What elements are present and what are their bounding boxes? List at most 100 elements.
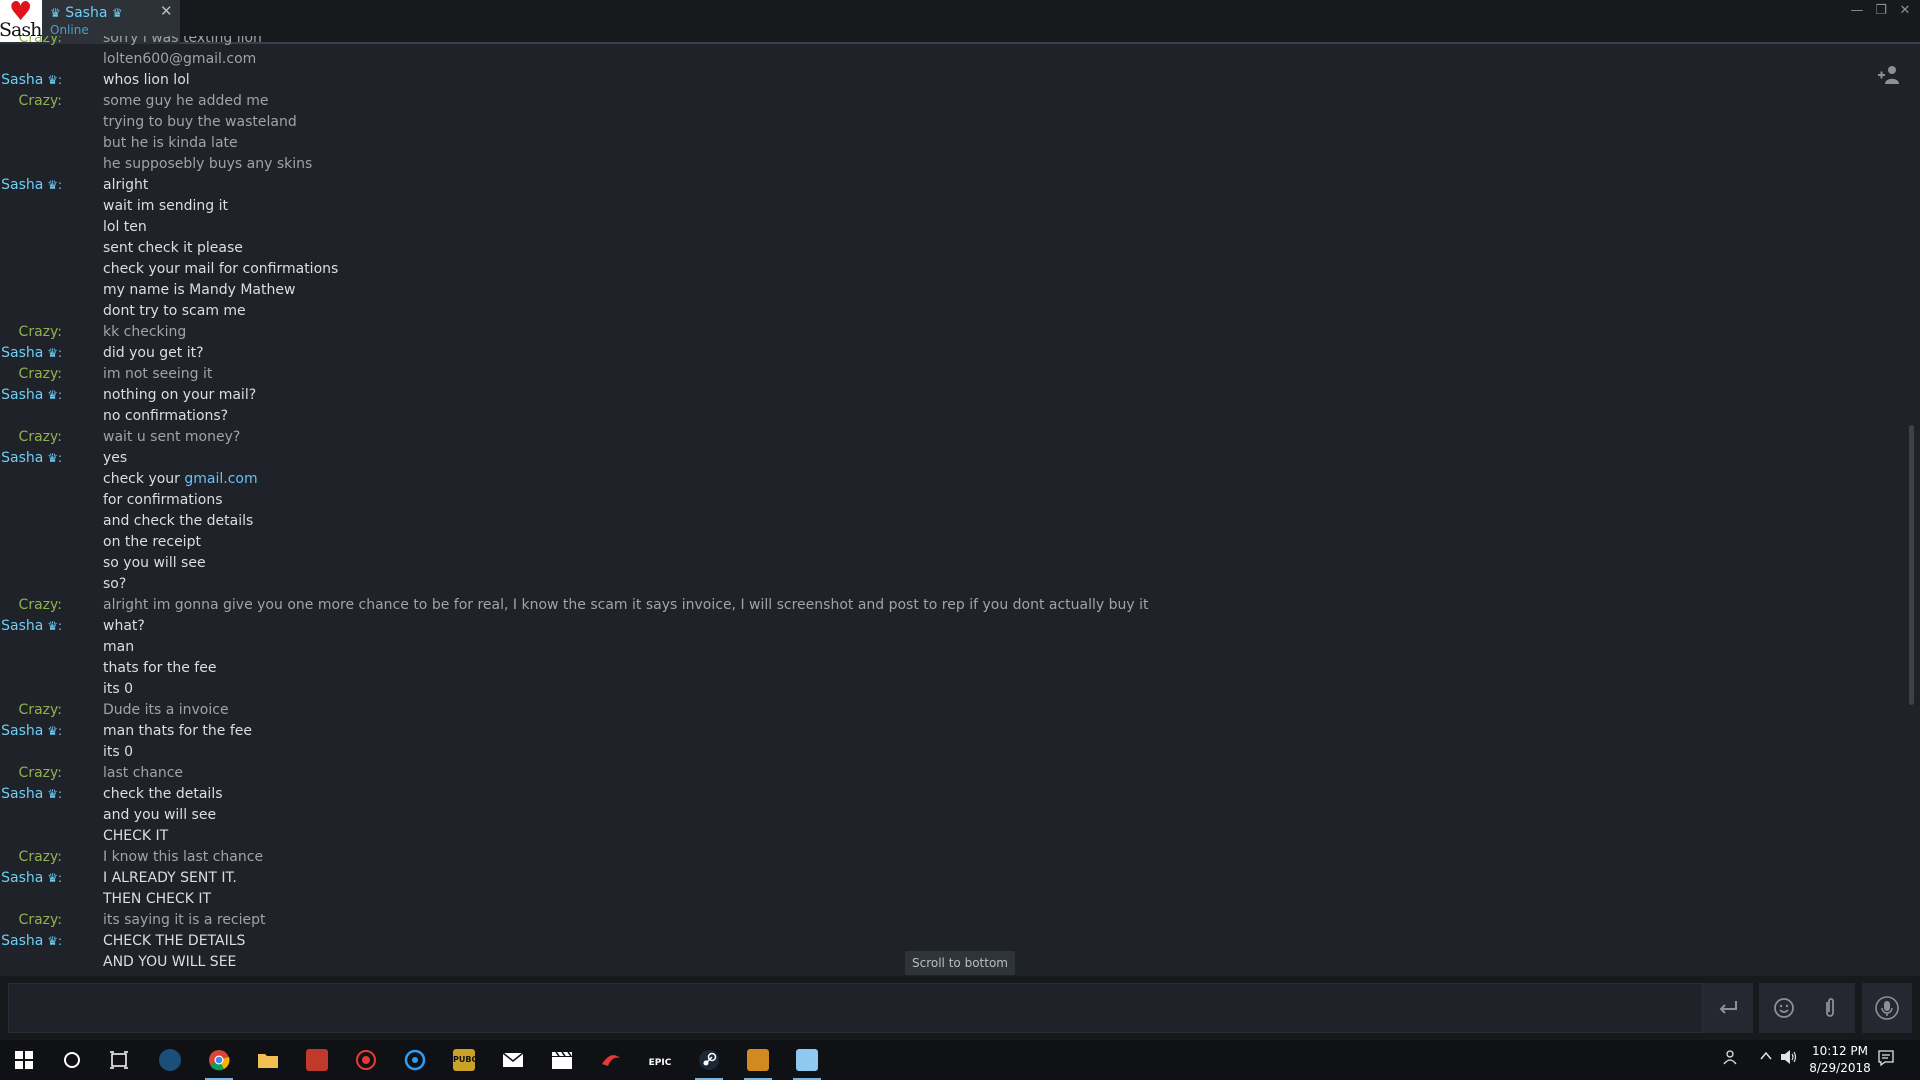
action-center-icon[interactable] xyxy=(1876,1049,1896,1069)
voice-button[interactable] xyxy=(1862,983,1912,1033)
crown-icon: ♛: xyxy=(43,619,62,633)
message-body: what? xyxy=(103,618,145,634)
chat-message: Crazy: alright im gonna give you one more… xyxy=(0,595,1880,616)
message-body: sorry i was texting lion xyxy=(103,36,262,46)
sender-sasha[interactable]: ♛ Sasha ♛: xyxy=(0,70,62,91)
clock-time[interactable]: 10:12 PM xyxy=(1810,1044,1870,1058)
sender-name: Sasha xyxy=(1,387,44,403)
crown-icon: ♛: xyxy=(43,451,62,465)
taskbar-epic[interactable]: EPIC xyxy=(640,1044,680,1076)
sender-sasha[interactable]: ♛ Sasha ♛: xyxy=(0,784,62,805)
message-text: whos lion lol xyxy=(103,70,190,91)
message-text: Dude its a invoice xyxy=(103,700,229,721)
task-view-icon xyxy=(110,1051,128,1069)
message-body: check the details xyxy=(103,786,223,802)
sender-crazy[interactable]: Crazy: xyxy=(19,36,62,49)
taskbar-app-red[interactable] xyxy=(297,1044,337,1076)
sender-name: Sasha xyxy=(1,723,44,739)
minimize-button[interactable]: — xyxy=(1846,3,1868,23)
crown-icon: ♛: xyxy=(43,934,62,948)
sender-sasha[interactable]: ♛ Sasha ♛: xyxy=(0,343,62,364)
chat-message: ♛ Sasha ♛: did you get it? xyxy=(0,343,1880,364)
sender-sasha[interactable]: ♛ Sasha ♛: xyxy=(0,868,62,889)
crown-icon: ♛: xyxy=(43,871,62,885)
sender-sasha[interactable]: ♛ Sasha ♛: xyxy=(0,385,62,406)
taskbar-app-target[interactable] xyxy=(346,1044,386,1076)
chat-log[interactable]: Crazy: sorry i was texting lion lolten600@… xyxy=(0,36,1906,976)
message-body: and you will see xyxy=(103,807,217,823)
send-button[interactable] xyxy=(1703,983,1753,1033)
clock-date[interactable]: 8/29/2018 xyxy=(1806,1061,1874,1075)
message-text: its saying it is a reciept xyxy=(103,910,266,931)
restore-button[interactable]: ❐ xyxy=(1870,3,1892,23)
emoji-button[interactable] xyxy=(1759,983,1809,1033)
attach-button[interactable] xyxy=(1805,983,1855,1033)
sender-crazy[interactable]: Crazy: xyxy=(19,364,62,385)
sender-crazy[interactable]: Crazy: xyxy=(19,763,62,784)
steam-icon xyxy=(159,1049,181,1071)
sender-crazy[interactable]: Crazy: xyxy=(19,847,62,868)
chat-message: Crazy: I know this last chance xyxy=(0,847,1880,868)
search-button[interactable] xyxy=(52,1044,92,1076)
taskbar-notepad[interactable] xyxy=(787,1044,827,1080)
message-text: what? xyxy=(103,616,145,637)
sender-sasha[interactable]: ♛ Sasha ♛: xyxy=(0,931,62,952)
message-text: check your gmail.com xyxy=(103,469,258,490)
taskbar-steam[interactable] xyxy=(150,1044,190,1076)
message-text: sent check it please xyxy=(103,238,243,259)
sender-sasha[interactable]: ♛ Sasha ♛: xyxy=(0,175,62,196)
windows-taskbar: PUBG EPIC 10:12 PM 8/29/2018 xyxy=(0,1040,1920,1080)
chat-input[interactable] xyxy=(8,983,1703,1033)
message-body: check your mail for confirmations xyxy=(103,261,339,277)
sender-sasha[interactable]: ♛ Sasha ♛: xyxy=(0,616,62,637)
task-view-button[interactable] xyxy=(99,1044,139,1076)
close-tab-button[interactable]: ✕ xyxy=(160,2,173,20)
taskbar-movies[interactable] xyxy=(542,1044,582,1076)
sender-crazy[interactable]: Crazy: xyxy=(19,91,62,112)
sender-crazy[interactable]: Crazy: xyxy=(19,910,62,931)
add-friend-button[interactable] xyxy=(1876,62,1902,88)
chevron-up-icon[interactable] xyxy=(1756,1049,1776,1069)
chat-message: no confirmations? xyxy=(0,406,1880,427)
message-body: I ALREADY SENT IT. xyxy=(103,870,237,886)
message-body: so? xyxy=(103,576,127,592)
chat-scrollbar[interactable] xyxy=(1909,425,1914,705)
sender-sasha[interactable]: ♛ Sasha ♛: xyxy=(0,721,62,742)
sender-crazy[interactable]: Crazy: xyxy=(19,427,62,448)
people-icon-svg xyxy=(1723,1050,1737,1065)
message-body: check your xyxy=(103,471,185,487)
message-body: some guy he added me xyxy=(103,93,269,109)
taskbar-steam-active[interactable] xyxy=(689,1044,729,1080)
start-button[interactable] xyxy=(4,1044,44,1076)
sender-sasha[interactable]: ♛ Sasha ♛: xyxy=(0,448,62,469)
message-link[interactable]: gmail.com xyxy=(184,471,257,487)
scroll-to-bottom-button[interactable]: Scroll to bottom xyxy=(905,951,1015,975)
sender-crazy[interactable]: Crazy: xyxy=(19,322,62,343)
people-icon[interactable] xyxy=(1720,1049,1740,1069)
sender-crazy[interactable]: Crazy: xyxy=(19,595,62,616)
message-text: on the receipt xyxy=(103,532,201,553)
window-close-button[interactable]: ✕ xyxy=(1894,3,1916,23)
sender-name: Sasha xyxy=(1,933,44,949)
taskbar-app-wing[interactable] xyxy=(591,1044,631,1076)
message-text: my name is Mandy Mathew xyxy=(103,280,295,301)
chat-message: thats for the fee xyxy=(0,658,1880,679)
crown-icon: ♛: xyxy=(43,73,62,87)
folder-icon xyxy=(258,1054,278,1068)
message-text: wait u sent money? xyxy=(103,427,240,448)
chat-message: ♛ Sasha ♛: what? xyxy=(0,616,1880,637)
taskbar-app-refresh[interactable] xyxy=(395,1044,435,1076)
message-body: for confirmations xyxy=(103,492,223,508)
message-text: dont try to scam me xyxy=(103,301,246,322)
taskbar-csgo[interactable] xyxy=(738,1044,778,1080)
paperclip-icon xyxy=(1826,998,1834,1017)
taskbar-file-explorer[interactable] xyxy=(248,1044,288,1076)
message-body: alright xyxy=(103,177,149,193)
sender-name: Sasha xyxy=(1,450,44,466)
volume-icon[interactable] xyxy=(1779,1049,1799,1069)
taskbar-chrome[interactable] xyxy=(199,1044,239,1080)
taskbar-mail[interactable] xyxy=(493,1044,533,1076)
message-body: CHECK IT xyxy=(103,828,169,844)
taskbar-pubg[interactable]: PUBG xyxy=(444,1044,484,1076)
sender-crazy[interactable]: Crazy: xyxy=(19,700,62,721)
